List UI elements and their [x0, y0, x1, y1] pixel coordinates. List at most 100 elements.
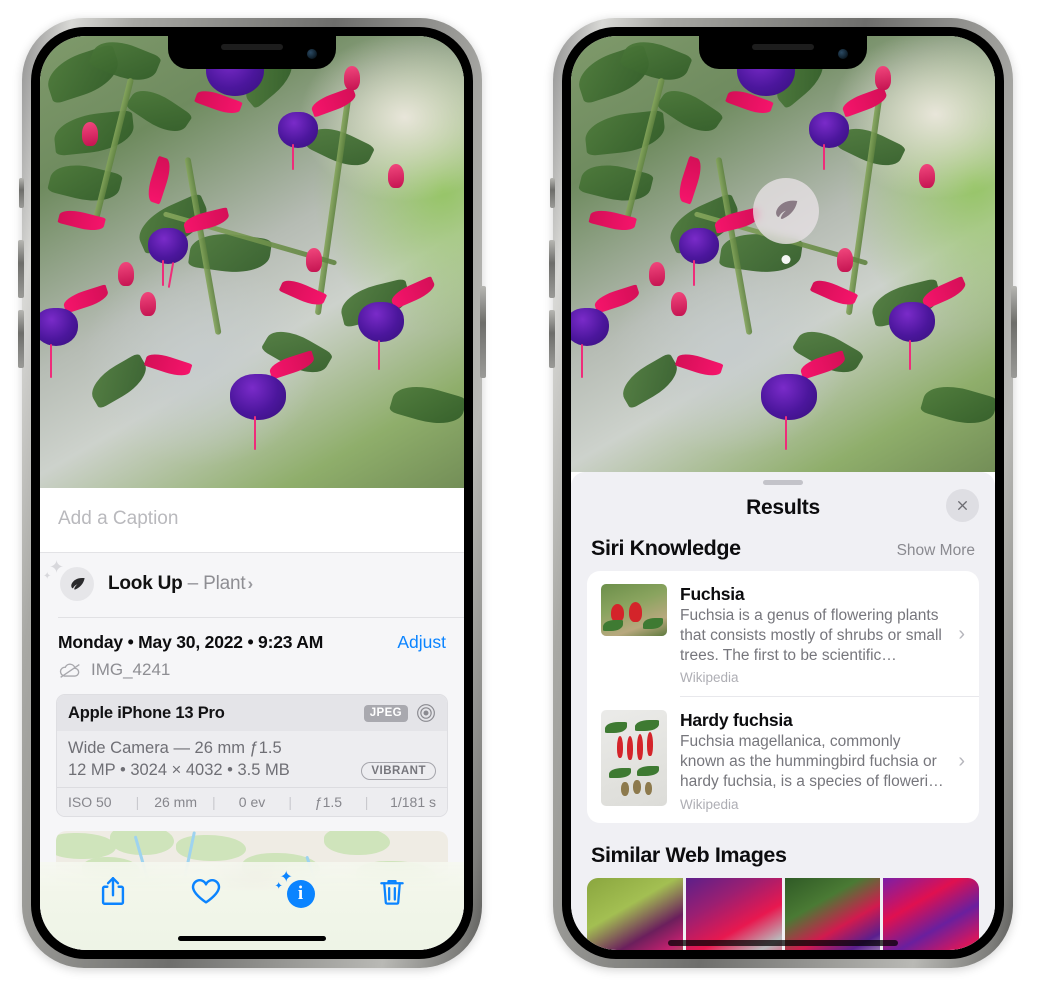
lens-info: Wide Camera — 26 mm ƒ1.5 — [68, 739, 282, 757]
metadata-row: Monday • May 30, 2022 • 9:23 AM Adjust — [40, 618, 464, 657]
close-icon — [958, 501, 967, 510]
device-bezel: Results Siri Knowledge Show More Fuchsia… — [562, 27, 1004, 959]
look-up-title: Look Up — [108, 573, 183, 594]
volume-down-button[interactable] — [18, 310, 24, 368]
knowledge-text: Hardy fuchsia Fuchsia magellanica, commo… — [680, 710, 945, 811]
chevron-right-icon: › — [247, 574, 253, 593]
exif-row: ISO 50 | 26 mm | 0 ev | ƒ1.5 | 1/181 s — [57, 787, 447, 816]
specs-row: 12 MP • 3024 × 4032 • 3.5 MB VIBRANT — [68, 761, 436, 780]
exif-iso: ISO 50 — [68, 794, 112, 810]
visual-lookup-leaf-pin[interactable] — [753, 178, 819, 244]
caption-input[interactable]: Add a Caption — [58, 508, 446, 530]
knowledge-thumbnail — [601, 710, 667, 807]
exif-shutter: 1/181 s — [390, 794, 437, 810]
look-up-row[interactable]: ✦ ✦ Look Up – Plant › — [40, 553, 464, 617]
mute-switch[interactable] — [19, 178, 24, 208]
exif-separator: | — [364, 794, 369, 810]
caption-field-row[interactable]: Add a Caption — [40, 488, 464, 553]
web-image-thumbnail[interactable] — [587, 877, 683, 950]
results-title: Results — [746, 496, 820, 519]
exif-focal: 26 mm — [154, 794, 197, 810]
knowledge-item[interactable]: Hardy fuchsia Fuchsia magellanica, commo… — [587, 697, 979, 822]
aperture-icon — [417, 704, 435, 722]
knowledge-source: Wikipedia — [680, 796, 739, 812]
info-sparkle-icon[interactable]: ✦ ✦ i — [275, 870, 316, 908]
sparkle-icon: ✦ — [274, 881, 283, 892]
bud-shape — [344, 66, 360, 90]
knowledge-title: Fuchsia — [680, 584, 745, 604]
siri-knowledge-title: Siri Knowledge — [591, 536, 741, 560]
mute-switch[interactable] — [550, 178, 555, 208]
exif-separator: | — [288, 794, 293, 810]
format-badge: JPEG — [363, 704, 408, 722]
knowledge-item[interactable]: Fuchsia Fuchsia is a genus of flowering … — [587, 571, 979, 696]
knowledge-thumbnail — [601, 584, 667, 636]
adjust-button[interactable]: Adjust — [397, 632, 446, 653]
camera-card-header: Apple iPhone 13 Pro JPEG — [57, 695, 447, 731]
bud-shape — [82, 122, 98, 146]
camera-header-badges: JPEG — [363, 703, 436, 723]
bud-shape — [837, 248, 853, 272]
earpiece-speaker — [752, 44, 814, 50]
exif-aperture: ƒ1.5 — [314, 794, 343, 810]
photo-viewer-left[interactable] — [40, 36, 464, 488]
style-badge: VIBRANT — [361, 761, 436, 780]
chevron-right-icon: › — [958, 623, 965, 646]
device-notch — [699, 36, 867, 69]
earpiece-speaker — [221, 44, 283, 50]
front-camera-icon — [838, 49, 848, 59]
photo-date: Monday • May 30, 2022 • 9:23 AM — [58, 632, 324, 652]
similar-web-images-title: Similar Web Images — [591, 842, 787, 867]
siri-knowledge-header: Siri Knowledge Show More — [571, 536, 995, 571]
look-up-dash: – — [182, 573, 204, 594]
knowledge-title: Hardy fuchsia — [680, 710, 793, 731]
leaf-icon — [776, 200, 798, 219]
bud-shape — [875, 66, 891, 90]
camera-info-card[interactable]: Apple iPhone 13 Pro JPEG Wide Camera — 2… — [56, 694, 448, 817]
similar-web-images-header: Similar Web Images — [571, 823, 995, 878]
device-notch — [168, 36, 336, 69]
device-bezel: Add a Caption ✦ ✦ Look Up – Plant › Mond… — [31, 27, 473, 959]
siri-knowledge-card: Fuchsia Fuchsia is a genus of flowering … — [587, 571, 979, 823]
exif-separator: | — [211, 794, 216, 810]
trash-icon[interactable] — [375, 874, 409, 908]
image-specs: 12 MP • 3024 × 4032 • 3.5 MB — [68, 761, 290, 779]
iphone-right-device: Results Siri Knowledge Show More Fuchsia… — [549, 18, 1017, 968]
knowledge-description: Fuchsia magellanica, commonly known as t… — [680, 733, 944, 791]
power-button[interactable] — [1011, 286, 1017, 378]
exif-separator: | — [135, 794, 140, 810]
photo-viewer-right[interactable] — [571, 36, 995, 472]
filename-row: IMG_4241 — [40, 657, 464, 692]
front-camera-icon — [307, 49, 317, 59]
left-screen: Add a Caption ✦ ✦ Look Up – Plant › Mond… — [40, 36, 464, 950]
bud-shape — [649, 262, 665, 286]
bud-shape — [919, 164, 935, 188]
heart-icon[interactable] — [189, 874, 223, 908]
close-button[interactable] — [946, 489, 979, 522]
bud-shape — [306, 248, 322, 272]
volume-up-button[interactable] — [18, 240, 24, 298]
bud-shape — [118, 262, 134, 286]
info-badge-glyph: i — [286, 880, 315, 908]
home-indicator — [178, 936, 326, 941]
power-button[interactable] — [480, 286, 486, 378]
cloud-slash-icon — [59, 663, 80, 678]
volume-down-button[interactable] — [549, 310, 555, 368]
look-up-subject: Plant — [203, 573, 246, 594]
camera-model: Apple iPhone 13 Pro — [68, 703, 225, 722]
filename-label: IMG_4241 — [91, 660, 171, 679]
show-more-button[interactable]: Show More — [897, 542, 975, 560]
share-icon[interactable] — [96, 874, 130, 908]
knowledge-source: Wikipedia — [680, 670, 739, 686]
leaf-icon-chip: ✦ ✦ — [43, 558, 94, 601]
right-screen: Results Siri Knowledge Show More Fuchsia… — [571, 36, 995, 950]
bud-shape — [671, 292, 687, 316]
knowledge-description: Fuchsia is a genus of flowering plants t… — [680, 607, 942, 664]
chevron-right-icon: › — [958, 749, 965, 772]
results-sheet: Results Siri Knowledge Show More Fuchsia… — [571, 472, 995, 950]
sparkle-icon: ✦ — [43, 571, 52, 582]
exif-exposure: 0 ev — [238, 794, 266, 810]
horizontal-scrollbar[interactable] — [668, 940, 898, 946]
web-image-thumbnail[interactable] — [883, 877, 979, 950]
volume-up-button[interactable] — [549, 240, 555, 298]
